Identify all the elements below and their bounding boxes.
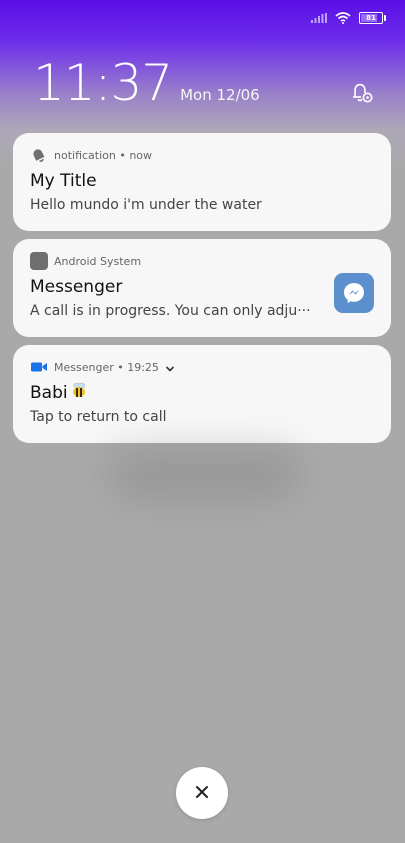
close-icon — [195, 784, 209, 803]
notification-header: Android System — [30, 252, 374, 270]
messenger-icon — [334, 273, 374, 313]
notification-card[interactable]: Messenger • 19:25 Babi Tap to return to … — [13, 345, 391, 443]
notification-app-name: Android System — [54, 254, 142, 268]
notification-app-name: Messenger • 19:25 — [54, 360, 159, 374]
notification-title-text: Babi — [30, 383, 68, 403]
status-bar: 81 — [311, 8, 386, 28]
notification-body: A call is in progress. You can only adju… — [30, 303, 311, 319]
bee-icon — [70, 381, 88, 405]
notification-title: Babi — [30, 382, 374, 404]
notification-body: Hello mundo i'm under the water — [30, 197, 262, 213]
battery-icon: 81 — [359, 12, 386, 24]
notification-app-name: notification • now — [54, 148, 153, 162]
background-blur — [110, 450, 300, 500]
notification-settings-icon[interactable] — [349, 80, 375, 106]
wifi-icon — [335, 12, 351, 24]
notification-header: notification • now — [30, 146, 374, 164]
signal-icon — [311, 13, 327, 23]
bell-icon — [30, 146, 48, 164]
clear-notifications-button[interactable] — [176, 767, 228, 819]
notification-header: Messenger • 19:25 — [30, 358, 374, 376]
notification-title: Messenger — [30, 277, 123, 297]
video-camera-icon — [30, 358, 48, 376]
notification-card[interactable]: notification • now My Title Hello mundo … — [13, 133, 391, 231]
lockscreen-clock: 11:37 Mon 12/06 — [33, 58, 260, 108]
clock-time: 11:37 — [33, 54, 173, 112]
notification-card[interactable]: Android System Messenger A call is in pr… — [13, 239, 391, 337]
notification-title: My Title — [30, 171, 97, 191]
android-system-icon — [30, 252, 48, 270]
chevron-down-icon[interactable] — [165, 358, 175, 377]
clock-date: Mon 12/06 — [180, 86, 260, 104]
notification-body: Tap to return to call — [30, 409, 167, 425]
battery-level: 81 — [366, 13, 376, 22]
